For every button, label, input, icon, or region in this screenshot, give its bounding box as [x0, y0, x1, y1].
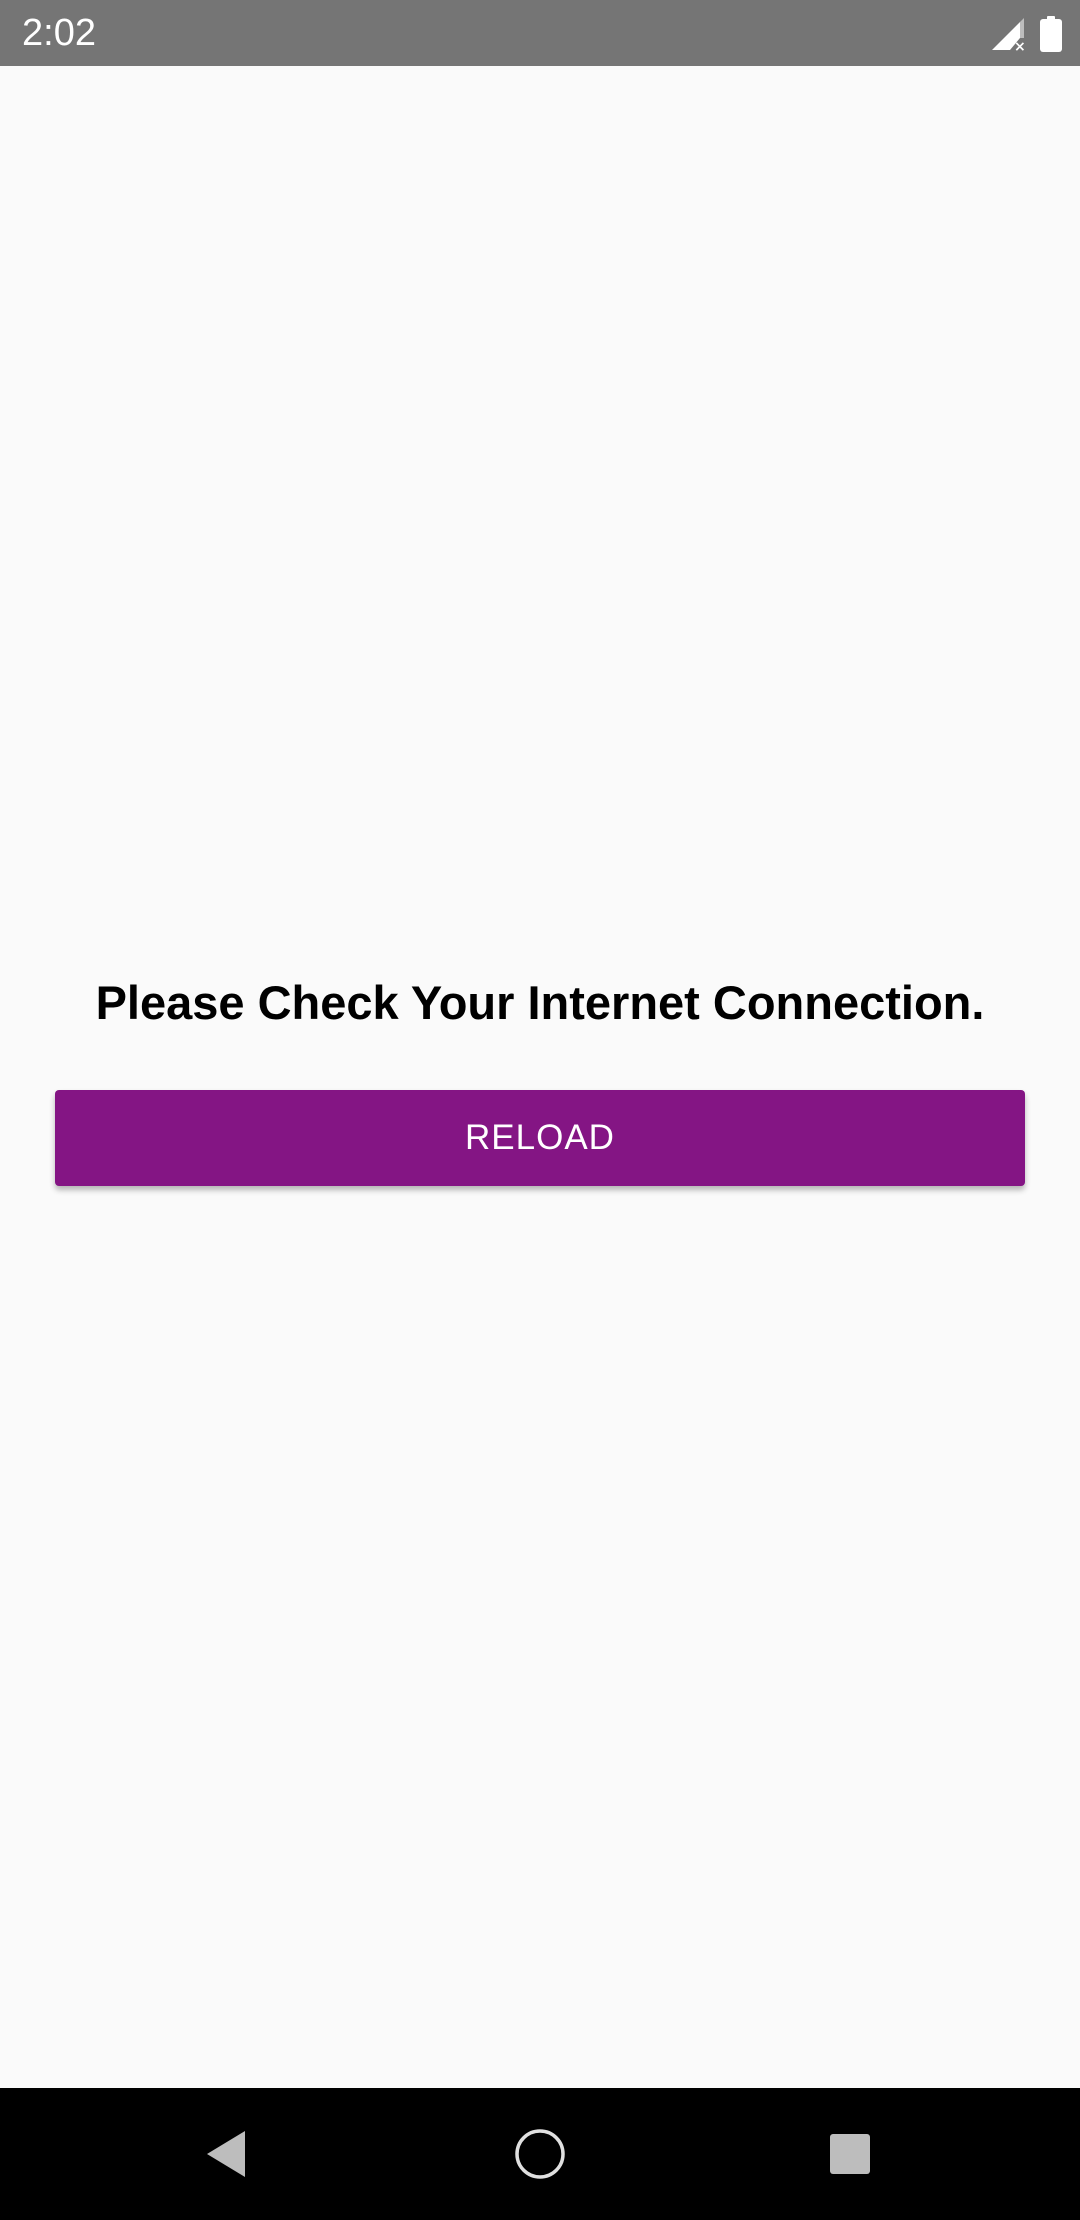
status-time: 2:02 [22, 12, 96, 54]
back-button[interactable] [188, 2116, 264, 2192]
reload-button[interactable]: RELOAD [55, 1090, 1025, 1186]
signal-no-data-icon: × [992, 18, 1026, 52]
svg-text:×: × [1014, 39, 1026, 52]
connection-message: Please Check Your Internet Connection. [95, 976, 985, 1029]
navigation-bar [0, 2088, 1080, 2220]
screen: 2:02 × Please Check Your Internet Connec… [0, 0, 1080, 2220]
home-button[interactable] [502, 2116, 578, 2192]
home-icon [515, 2129, 565, 2179]
status-bar: 2:02 × [0, 0, 1080, 66]
main-content: Please Check Your Internet Connection. R… [0, 66, 1080, 2088]
battery-icon [1040, 16, 1062, 52]
recents-icon [830, 2134, 870, 2174]
reload-button-label: RELOAD [465, 1118, 615, 1157]
recents-button[interactable] [812, 2116, 888, 2192]
back-icon [207, 2131, 245, 2177]
status-icons: × [990, 14, 1062, 52]
